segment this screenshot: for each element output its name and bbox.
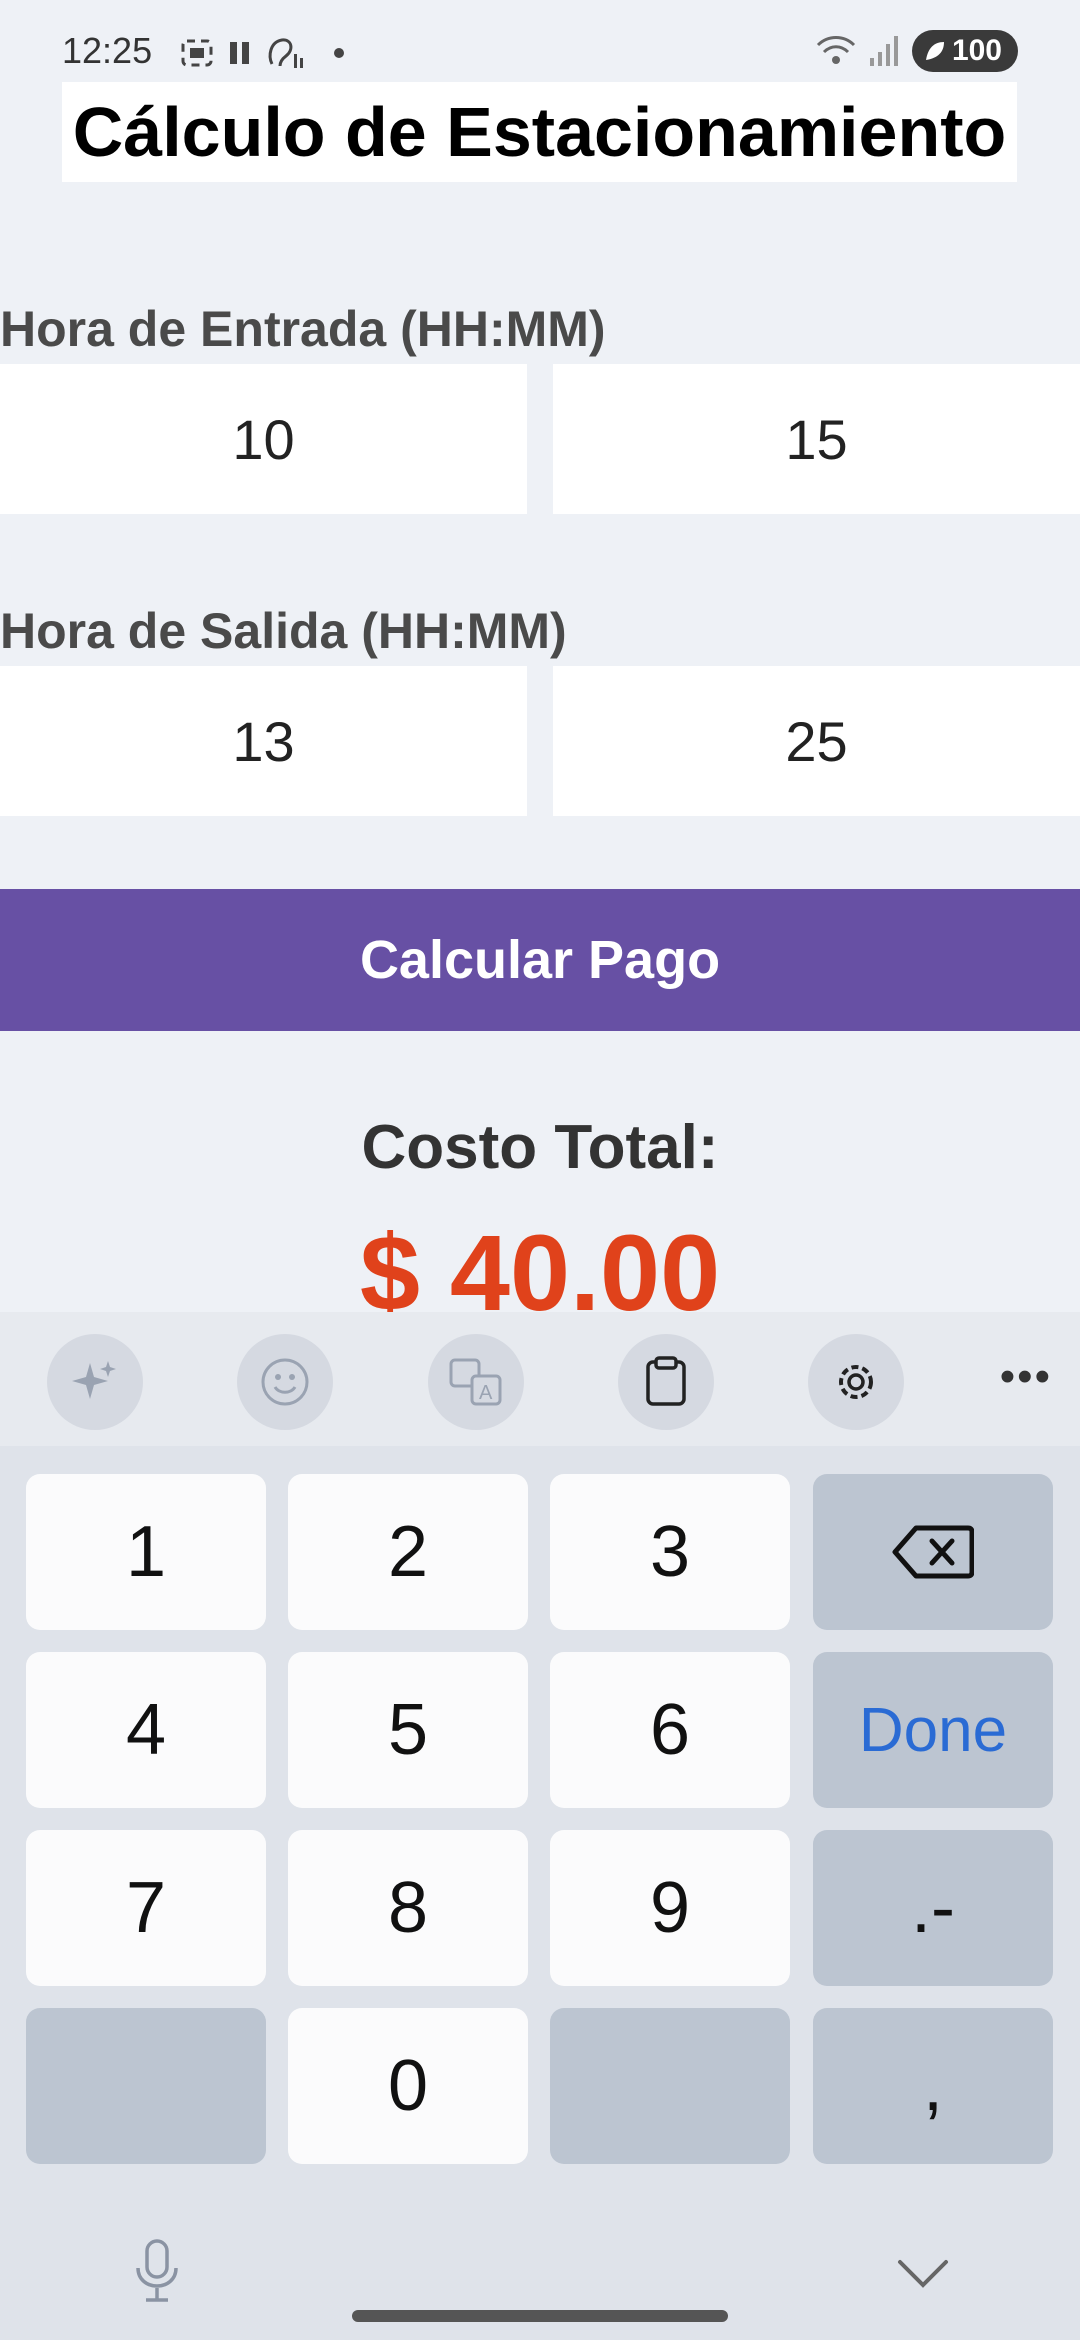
hearing-icon: [268, 38, 303, 68]
sparkle-icon: [72, 1361, 116, 1399]
calculate-button[interactable]: Calcular Pago: [0, 889, 1080, 1031]
battery-indicator: 100: [911, 30, 1018, 72]
comma-key[interactable]: ,: [813, 2008, 1053, 2164]
blank-key-left: [26, 2008, 266, 2164]
key-7[interactable]: 7: [26, 1830, 266, 1986]
keyboard-settings-button[interactable]: [808, 1334, 904, 1430]
more-icon[interactable]: •••: [1000, 1352, 1052, 1402]
key-1[interactable]: 1: [26, 1474, 266, 1630]
notification-icons: [180, 36, 344, 70]
page-title: Cálculo de Estacionamiento: [62, 82, 1017, 182]
wifi-icon: [816, 36, 855, 64]
backspace-key[interactable]: [813, 1474, 1053, 1630]
microphone-icon: [136, 2239, 178, 2302]
key-4[interactable]: 4: [26, 1652, 266, 1808]
emoji-icon: [261, 1358, 309, 1406]
home-indicator[interactable]: [352, 2310, 728, 2322]
translate-button[interactable]: A: [428, 1334, 524, 1430]
keyboard-toolbar: A •••: [0, 1312, 1080, 1446]
exit-hours-input[interactable]: 13: [0, 666, 527, 816]
done-key[interactable]: Done: [813, 1652, 1053, 1808]
entry-time-label: Hora de Entrada (HH:MM): [0, 301, 606, 357]
chevron-down-icon: [898, 2260, 948, 2288]
key-0[interactable]: 0: [288, 2008, 528, 2164]
pause-icon: [230, 42, 249, 64]
settings-icon: [839, 1365, 873, 1399]
dot-dash-key[interactable]: .-: [813, 1830, 1053, 1986]
emoji-button[interactable]: [237, 1334, 333, 1430]
leaf-icon: [925, 42, 944, 60]
exit-minutes-input[interactable]: 25: [553, 666, 1080, 816]
entry-hours-input[interactable]: 10: [0, 364, 527, 514]
signal-icon: [869, 36, 898, 66]
translate-icon: A: [449, 1358, 502, 1406]
battery-level: 100: [951, 34, 1002, 67]
screenshot-icon: [181, 39, 213, 67]
key-5[interactable]: 5: [288, 1652, 528, 1808]
status-time: 12:25: [62, 30, 153, 71]
dot-indicator: [334, 48, 344, 58]
exit-time-label: Hora de Salida (HH:MM): [0, 603, 567, 659]
entry-minutes-input[interactable]: 15: [553, 364, 1080, 514]
key-3[interactable]: 3: [550, 1474, 790, 1630]
key-2[interactable]: 2: [288, 1474, 528, 1630]
svg-text:A: A: [479, 1382, 493, 1404]
hide-keyboard-button[interactable]: [896, 2256, 950, 2295]
key-9[interactable]: 9: [550, 1830, 790, 1986]
microphone-button[interactable]: [132, 2238, 182, 2309]
ai-sparkle-button[interactable]: [47, 1334, 143, 1430]
clipboard-button[interactable]: [618, 1334, 714, 1430]
numeric-keyboard: 1 2 3 4 5 6 Done 7 8 9 .- 0 ,: [0, 1446, 1080, 2340]
clipboard-icon: [646, 1356, 686, 1406]
blank-key-right: [550, 2008, 790, 2164]
backspace-icon: [892, 1525, 974, 1579]
total-cost-label: Costo Total:: [361, 1113, 719, 1182]
key-6[interactable]: 6: [550, 1652, 790, 1808]
system-icons: 100: [814, 30, 1018, 72]
key-8[interactable]: 8: [288, 1830, 528, 1986]
